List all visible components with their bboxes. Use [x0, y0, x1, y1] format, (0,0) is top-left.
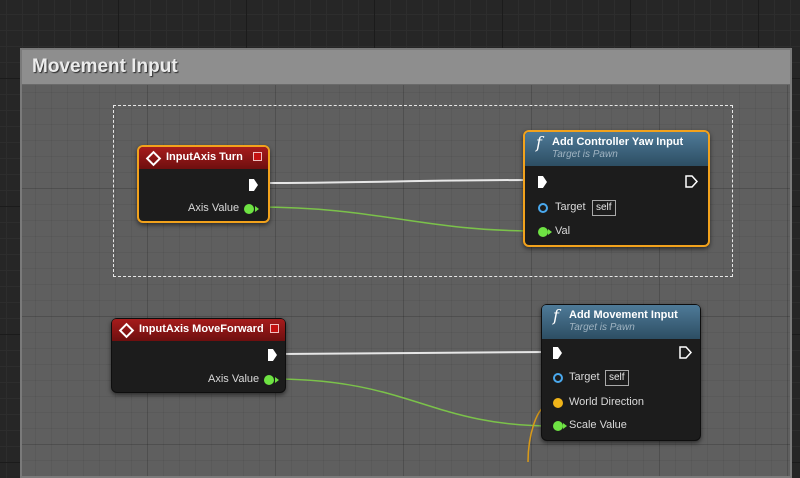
target-pin-icon[interactable] — [553, 373, 563, 383]
scale-value-pin-icon[interactable] — [553, 421, 563, 431]
exec-output-pin-icon[interactable] — [268, 349, 277, 361]
exec-output-pin-icon[interactable] — [685, 175, 698, 188]
node-subtitle: Target is Pawn — [552, 149, 618, 160]
axis-value-label: Axis Value — [188, 202, 240, 214]
node-header[interactable]: InputAxis Turn — [139, 147, 268, 169]
node-header[interactable]: InputAxis MoveForward — [112, 319, 285, 341]
delegate-pin-icon[interactable] — [253, 152, 262, 161]
pin-arrow-icon — [275, 377, 279, 383]
axis-value-label: Axis Value — [208, 373, 260, 385]
scale-value-label: Scale Value — [569, 419, 627, 431]
delegate-pin-icon[interactable] — [270, 324, 279, 333]
exec-input-pin-icon[interactable] — [553, 347, 562, 359]
event-diamond-icon — [145, 150, 162, 167]
node-title: Add Movement Input — [569, 309, 678, 321]
world-direction-label: World Direction — [569, 396, 644, 408]
exec-input-pin-icon[interactable] — [538, 176, 547, 188]
target-pin-icon[interactable] — [538, 203, 548, 213]
target-self-box[interactable]: self — [605, 370, 629, 386]
exec-output-pin-icon[interactable] — [679, 346, 692, 359]
target-self-box[interactable]: self — [592, 200, 616, 216]
target-label: Target — [555, 201, 586, 213]
node-title: Add Controller Yaw Input — [552, 136, 684, 148]
node-add-controller-yaw-input[interactable]: f Add Controller Yaw Input Target is Paw… — [523, 130, 710, 247]
exec-output-pin-icon[interactable] — [249, 179, 258, 191]
float-wire-forward-to-scale[interactable] — [273, 378, 554, 427]
node-title: InputAxis Turn — [166, 151, 243, 163]
pin-arrow-icon — [548, 229, 552, 235]
function-f-icon: f — [536, 133, 542, 152]
exec-wire-turn-to-yaw[interactable] — [261, 179, 531, 184]
pin-arrow-icon — [255, 206, 259, 212]
axis-value-pin-icon[interactable] — [244, 204, 254, 214]
world-direction-pin-icon[interactable] — [553, 398, 563, 408]
node-header[interactable]: f Add Controller Yaw Input Target is Paw… — [525, 132, 708, 166]
event-diamond-icon — [118, 322, 135, 339]
exec-wire-forward-to-movement[interactable] — [279, 351, 550, 355]
val-label: Val — [555, 225, 571, 237]
target-label: Target — [569, 371, 600, 383]
function-f-icon: f — [553, 306, 559, 325]
float-wire-turn-to-yaw[interactable] — [255, 206, 538, 232]
node-add-movement-input[interactable]: f Add Movement Input Target is Pawn Targ… — [541, 304, 701, 441]
val-pin-icon[interactable] — [538, 227, 548, 237]
node-header[interactable]: f Add Movement Input Target is Pawn — [542, 305, 700, 339]
axis-value-pin-icon[interactable] — [264, 375, 274, 385]
pin-arrow-icon — [563, 423, 567, 429]
node-title: InputAxis MoveForward — [139, 323, 264, 335]
node-inputaxis-moveforward[interactable]: InputAxis MoveForward Axis Value — [111, 318, 286, 393]
node-subtitle: Target is Pawn — [569, 322, 635, 333]
node-inputaxis-turn[interactable]: InputAxis Turn Axis Value — [137, 145, 270, 223]
